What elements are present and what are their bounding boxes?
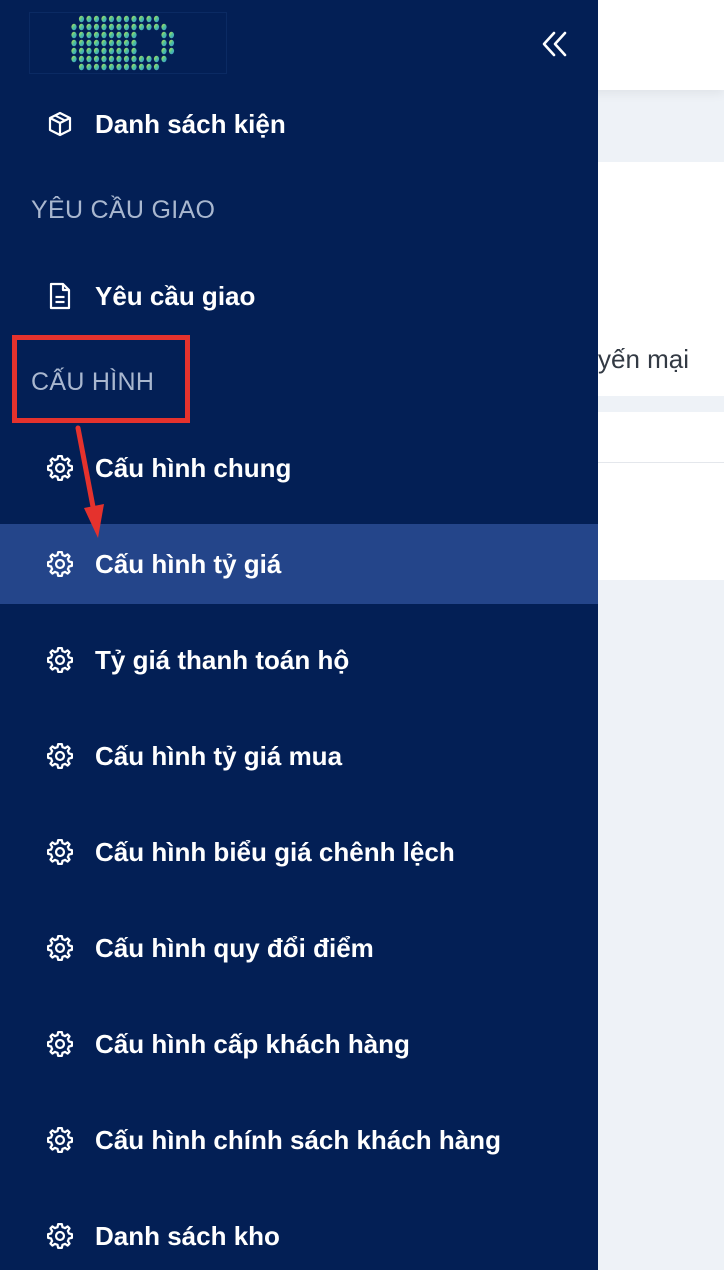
logo-icon — [71, 15, 175, 71]
menu-item-cau-hinh-chung[interactable]: Cấu hình chung — [0, 428, 598, 508]
gear-icon — [46, 742, 74, 770]
menu-item-cau-hinh-quy-doi-diem[interactable]: Cấu hình quy đổi điểm — [0, 908, 598, 988]
menu-item-danh-sach-kho[interactable]: Danh sách kho — [0, 1196, 598, 1270]
menu-item-ty-gia-thanh-toan-ho[interactable]: Tỷ giá thanh toán hộ — [0, 620, 598, 700]
menu-item-label: Cấu hình biểu giá chênh lệch — [95, 836, 455, 867]
menu-item-cau-hinh-chinh-sach-khach-hang[interactable]: Cấu hình chính sách khách hàng — [0, 1100, 598, 1180]
menu-item-cau-hinh-cap-khach-hang[interactable]: Cấu hình cấp khách hàng — [0, 1004, 598, 1084]
menu-item-yeu-cau-giao[interactable]: Yêu cầu giao — [0, 256, 598, 336]
gear-icon — [46, 934, 74, 962]
gear-icon — [46, 454, 74, 482]
app-root: yến mại Danh sách kiện YÊU CẦU GIAO Yêu … — [0, 0, 724, 1270]
menu-item-label: Cấu hình tỷ giá — [95, 548, 282, 579]
menu-item-label: Cấu hình tỷ giá mua — [95, 740, 343, 771]
gear-icon — [46, 1126, 74, 1154]
gear-icon — [46, 550, 74, 578]
logo[interactable] — [29, 12, 227, 74]
menu-item-danh-sach-kien[interactable]: Danh sách kiện — [0, 84, 598, 164]
menu-item-label: Cấu hình chung — [95, 452, 292, 483]
gear-icon — [46, 646, 74, 674]
menu-item-label: Yêu cầu giao — [95, 280, 256, 311]
double-chevron-left-icon — [542, 31, 567, 57]
menu-item-cau-hinh-ty-gia-mua[interactable]: Cấu hình tỷ giá mua — [0, 716, 598, 796]
section-title-yeu-cau-giao: YÊU CẦU GIAO — [31, 196, 216, 224]
main-card-partial-text: yến mại — [598, 344, 690, 374]
main-divider — [598, 462, 724, 463]
menu-item-label: Danh sách kho — [95, 1220, 280, 1251]
collapse-sidebar-button[interactable] — [532, 22, 576, 66]
menu-item-label: Cấu hình cấp khách hàng — [95, 1028, 410, 1059]
menu-item-label: Tỷ giá thanh toán hộ — [95, 644, 350, 675]
menu-item-label: Cấu hình chính sách khách hàng — [95, 1124, 501, 1155]
sidebar: Danh sách kiện YÊU CẦU GIAO Yêu cầu giao… — [0, 0, 598, 1270]
package-icon — [46, 110, 74, 138]
gear-icon — [46, 838, 74, 866]
document-icon — [46, 282, 74, 310]
gear-icon — [46, 1030, 74, 1058]
menu-item-label: Danh sách kiện — [95, 108, 286, 139]
menu-item-cau-hinh-ty-gia[interactable]: Cấu hình tỷ giá — [0, 524, 598, 604]
menu-item-label: Cấu hình quy đổi điểm — [95, 932, 374, 963]
section-title-cau-hinh: CẤU HÌNH — [31, 368, 155, 396]
menu-item-cau-hinh-bieu-gia-chenh-lech[interactable]: Cấu hình biểu giá chênh lệch — [0, 812, 598, 892]
gear-icon — [46, 1222, 74, 1250]
